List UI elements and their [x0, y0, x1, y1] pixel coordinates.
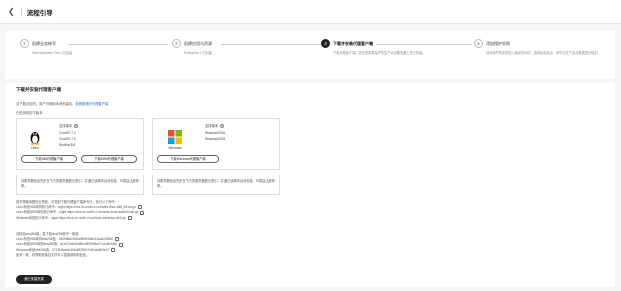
- section-title: 下载并安装代理客户端: [16, 87, 61, 92]
- step-2-number: 2: [172, 39, 181, 48]
- page-title: 流程引导: [26, 9, 53, 17]
- step-4-desc: 将待保护的实例加入保护实例中，选择目标站点，即可对生产站点数据进行保护。: [486, 51, 601, 55]
- linux-name: Linux: [31, 146, 39, 150]
- divider: [20, 7, 22, 16]
- step-3-title: 下载并安装代理客户端: [333, 40, 373, 46]
- instruction-line: 请下载对应的。用户可使用本地安装包，查看推荐的代理客户端: [16, 101, 108, 106]
- windows-support-label: 支持版本?: [205, 123, 225, 129]
- command-line-windows: Windows系统执行命令：wget https://ecs.cn-north-…: [16, 216, 144, 221]
- copy-icon[interactable]: [127, 215, 132, 220]
- linux-version: CentOS 7.9: [59, 137, 76, 141]
- copy-icon[interactable]: [137, 205, 142, 210]
- recommended-agent-link[interactable]: 查看推荐的代理客户端: [75, 102, 108, 106]
- windows-card: Windows 支持版本? Windows2016 Windows2019 下载…: [152, 118, 280, 170]
- sha-text: Linux系统ARM架构sha256值：a1c97e4bd26f50c8f09e…: [16, 242, 118, 247]
- sha-text: Linux系统X86架构sha256值：e5c9ff8d2a90aff4f8e3…: [16, 237, 113, 242]
- download-windows-agent-button[interactable]: 下载Windows代理客户端: [157, 155, 219, 163]
- sha-text: Windows系统sha256值：3723f4bde8c1f6a89250c7c…: [16, 247, 110, 252]
- linux-penguin-icon: [30, 132, 40, 145]
- top-bar: ❮ 流程引导: [0, 0, 621, 24]
- install-complete-button[interactable]: 我已安装完成: [16, 275, 52, 284]
- step-2-desc: Enterprise-1 已创建: [184, 51, 212, 55]
- download-x86-agent-button[interactable]: 下载X86代理客户端: [21, 155, 77, 163]
- linux-support-label: 支持版本?: [59, 123, 79, 129]
- help-icon[interactable]: ?: [74, 124, 79, 129]
- step-1-desc: Site-replication Test-1已创建: [32, 51, 73, 55]
- help-icon[interactable]: ?: [220, 124, 225, 129]
- step-4-title: 添加保护实例: [486, 40, 510, 46]
- step-guide: 1 创建业务帐号 Site-replication Test-1已创建 2 创建…: [6, 31, 615, 79]
- linux-version: CentOS 7.2: [59, 131, 76, 135]
- linux-note: 将服务器信息同步至下方的服务器登记表中，并通过该脚本自动安装，可提高注册效率。: [16, 175, 144, 195]
- detected-versions-label: 已检测到如下版本:: [16, 111, 44, 115]
- command-text: Windows系统执行命令：wget https://ecs.cn-north-…: [16, 215, 126, 220]
- windows-version: Windows2019: [205, 137, 226, 141]
- command-text: Linux系统X86架构执行命令：wget https://ecs.cn-nor…: [16, 205, 136, 210]
- step-connector: [221, 43, 321, 45]
- sha-note: 如有一致，则表明安装包文件可以直接使用到此处。: [16, 252, 90, 257]
- sha-list: 请校验sha256值，若下载sha256值不一致则: Linux系统X86架构s…: [16, 232, 124, 258]
- windows-name: Windows: [168, 146, 182, 150]
- command-text: Linux系统ARM架构执行命令：wget https://ecs.cn-nor…: [16, 210, 139, 215]
- step-4-number: 4: [474, 39, 483, 48]
- download-arm-agent-button[interactable]: 下载ARM代理客户端: [81, 155, 137, 163]
- step-1-title: 创建业务帐号: [32, 40, 56, 46]
- chevron-left-icon[interactable]: ❮: [8, 7, 15, 16]
- instruction-text: 请下载对应的。用户可使用本地安装包，: [16, 102, 76, 106]
- copy-icon[interactable]: [119, 242, 124, 247]
- command-list: 若不想使用图形化界面，可复制下载代理客户端命令行，执行以下命令: Linux系统…: [16, 200, 145, 221]
- step-3-number: 3: [321, 39, 330, 48]
- step-connector: [376, 43, 472, 45]
- install-agent-panel: 下载并安装代理客户端 请下载对应的。用户可使用本地安装包，查看推荐的代理客户端 …: [6, 83, 615, 287]
- linux-support-text: 支持版本: [59, 124, 73, 128]
- step-2-title: 创建应用与资源: [184, 40, 212, 46]
- copy-icon[interactable]: [114, 237, 119, 242]
- windows-version: Windows2016: [205, 131, 226, 135]
- copy-icon[interactable]: [140, 210, 145, 215]
- step-1-number: 1: [20, 39, 29, 48]
- windows-support-text: 支持版本: [205, 124, 219, 128]
- windows-note: 将服务器信息同步至下方的服务器登记表中，并通过该脚本自动安装，可提高注册效率。: [152, 175, 280, 195]
- windows-logo-icon: [168, 130, 182, 144]
- linux-version: RedHat 8.6: [59, 143, 76, 147]
- linux-card: Linux 支持版本? CentOS 7.2 CentOS 7.9 RedHat…: [16, 118, 144, 170]
- copy-icon[interactable]: [111, 247, 116, 252]
- step-3-desc: 下载代理客户端，并在您需要保护的生产站点服务器上进行安装。: [333, 51, 426, 55]
- step-connector: [68, 43, 168, 45]
